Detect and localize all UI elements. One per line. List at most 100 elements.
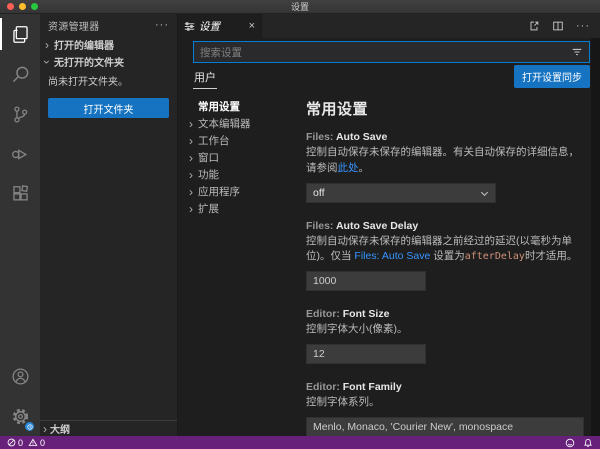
toc-item-6[interactable]: ›扩展 [186, 200, 296, 217]
chevron-right-icon: › [186, 118, 196, 130]
feedback-smiley-icon[interactable] [565, 438, 575, 448]
outline-section[interactable]: › 大纲 [40, 420, 177, 436]
setting-row: Files: Auto Save Delay 控制自动保存未保存的编辑器之前经过的… [306, 220, 586, 292]
setting-row: Editor: Font Family 控制字体系列。 [306, 381, 586, 436]
toc-item-0[interactable]: 常用设置 [186, 98, 296, 115]
no-folder-section[interactable]: › 无打开的文件夹 [40, 53, 177, 70]
run-debug-icon[interactable] [0, 134, 40, 174]
chevron-right-icon: › [42, 39, 52, 51]
more-actions-icon[interactable]: ··· [576, 20, 590, 32]
tab-settings[interactable]: 设置 × [178, 14, 262, 38]
toc-item-label: 应用程序 [198, 184, 240, 199]
setting-category: Files: [306, 131, 336, 143]
setting-title: Files: Auto Save Delay [306, 220, 586, 232]
filter-icon[interactable] [571, 46, 583, 58]
explorer-icon[interactable] [0, 14, 40, 54]
toc-item-4[interactable]: ›功能 [186, 166, 296, 183]
search-placeholder: 搜索设置 [200, 45, 571, 60]
scope-tab-user[interactable]: 用户 [193, 65, 217, 89]
sidebar-title: 资源管理器 [48, 18, 100, 33]
open-editors-section[interactable]: › 打开的编辑器 [40, 36, 177, 53]
setting-title: Editor: Font Family [306, 381, 586, 393]
toc-item-label: 功能 [198, 167, 219, 182]
split-editor-icon[interactable] [552, 20, 564, 32]
select-value: off [313, 187, 324, 199]
toc-item-label: 文本编辑器 [198, 116, 251, 131]
setting-input-font-size[interactable] [306, 344, 426, 364]
setting-desc-text: 时才适用。 [525, 250, 578, 262]
settings-editor: 搜索设置 用户 打开设置同步 常用设置›文本编辑器›工作台›窗口›功能›应用程序… [178, 38, 600, 436]
toc-item-label: 工作台 [198, 133, 230, 148]
tab-title: 设置 [199, 19, 245, 34]
sidebar-more-actions-icon[interactable]: ··· [155, 19, 169, 31]
toc-item-2[interactable]: ›工作台 [186, 132, 296, 149]
search-icon[interactable] [0, 54, 40, 94]
sidebar-explorer: 资源管理器 ··· › 打开的编辑器 › 无打开的文件夹 尚未打开文件夹。 打开… [40, 14, 178, 436]
chevron-right-icon: › [186, 203, 196, 215]
setting-doc-link[interactable]: Files: Auto Save [354, 250, 430, 262]
setting-category: Editor: [306, 308, 343, 320]
no-folder-hint: 尚未打开文件夹。 [40, 70, 177, 94]
setting-row: Files: Auto Save 控制自动保存未保存的编辑器。有关自动保存的详细信… [306, 131, 586, 203]
tab-close-icon[interactable]: × [249, 20, 255, 32]
setting-desc-text: 设置为 [430, 250, 464, 262]
no-folder-label: 无打开的文件夹 [54, 54, 124, 69]
toc-item-label: 扩展 [198, 201, 219, 216]
editor-group: 设置 × ··· [178, 14, 600, 436]
chevron-right-icon: › [186, 186, 196, 198]
chevron-down-icon [481, 188, 488, 195]
setting-name: Auto Save Delay [336, 220, 418, 232]
chevron-right-icon: › [40, 423, 50, 435]
toc-item-1[interactable]: ›文本编辑器 [186, 115, 296, 132]
chevron-down-icon: › [41, 57, 53, 67]
notifications-bell-icon[interactable] [583, 438, 593, 448]
setting-title: Files: Auto Save [306, 131, 586, 143]
setting-category: Editor: [306, 381, 343, 393]
warning-count: 0 [40, 438, 45, 448]
settings-gear-icon[interactable] [0, 396, 40, 436]
activity-bar [0, 14, 40, 436]
settings-sync-button[interactable]: 打开设置同步 [514, 65, 590, 88]
outline-label: 大纲 [50, 421, 70, 436]
setting-name: Font Size [343, 308, 390, 320]
vscode-window: 设置 [0, 0, 600, 449]
chevron-right-icon: › [186, 152, 196, 164]
toc-item-3[interactable]: ›窗口 [186, 149, 296, 166]
setting-title: Editor: Font Size [306, 308, 586, 320]
window-title: 设置 [0, 0, 600, 13]
source-control-icon[interactable] [0, 94, 40, 134]
setting-description: 控制字体大小(像素)。 [306, 322, 586, 338]
settings-heading: 常用设置 [306, 98, 586, 119]
settings-sync-badge [25, 422, 34, 431]
setting-select-auto-save[interactable]: off [306, 183, 496, 203]
problems-status[interactable]: 0 0 [7, 438, 45, 448]
accounts-icon[interactable] [0, 356, 40, 396]
titlebar: 设置 [0, 0, 600, 14]
setting-category: Files: [306, 220, 336, 232]
chevron-right-icon: › [186, 135, 196, 147]
setting-code-value: afterDelay [465, 251, 525, 262]
open-settings-json-icon[interactable] [528, 20, 540, 32]
toc-item-5[interactable]: ›应用程序 [186, 183, 296, 200]
settings-content: 常用设置 Files: Auto Save 控制自动保存未保存的编辑器。有关自动保… [296, 90, 600, 436]
setting-row: Editor: Font Size 控制字体大小(像素)。 [306, 308, 586, 364]
open-editors-label: 打开的编辑器 [54, 37, 114, 52]
settings-search-input[interactable]: 搜索设置 [193, 41, 590, 63]
toc-item-label: 常用设置 [198, 99, 240, 114]
setting-desc-text: 。 [359, 162, 370, 174]
open-folder-button[interactable]: 打开文件夹 [48, 98, 169, 118]
scrollbar[interactable] [591, 38, 600, 436]
setting-input-font-family[interactable] [306, 417, 584, 437]
setting-description: 控制自动保存未保存的编辑器。有关自动保存的详细信息，请参阅此处。 [306, 145, 586, 177]
setting-description: 控制自动保存未保存的编辑器之前经过的延迟(以毫秒为单位)。仅当 Files: A… [306, 234, 586, 266]
extensions-icon[interactable] [0, 174, 40, 214]
setting-name: Auto Save [336, 131, 387, 143]
setting-desc-text: 控制字体大小(像素)。 [306, 323, 408, 335]
setting-doc-link[interactable]: 此处 [338, 162, 359, 174]
settings-sliders-icon [184, 21, 195, 32]
setting-desc-text: 控制字体系列。 [306, 396, 380, 408]
warning-icon [28, 438, 38, 447]
settings-toc: 常用设置›文本编辑器›工作台›窗口›功能›应用程序›扩展 [178, 90, 296, 436]
setting-input-auto-save-delay[interactable] [306, 271, 426, 291]
status-bar: 0 0 [0, 436, 600, 449]
